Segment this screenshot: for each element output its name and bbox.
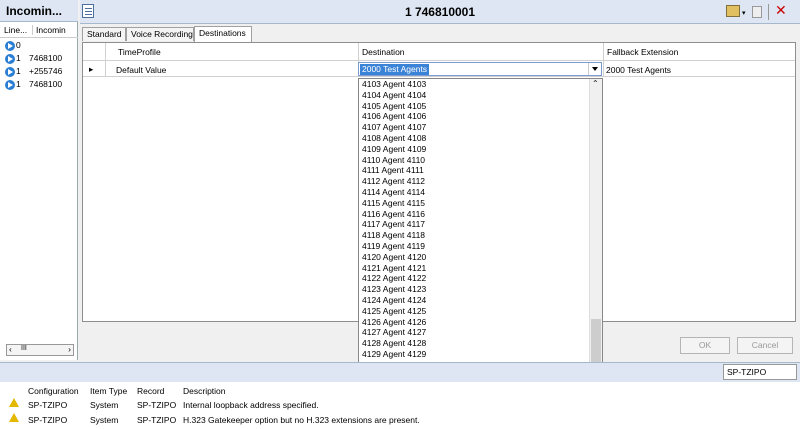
dropdown-option[interactable]: 4107 Agent 4107 xyxy=(361,122,590,133)
scroll-left-icon[interactable]: ‹ xyxy=(9,344,12,354)
record-header[interactable]: Record xyxy=(137,386,164,396)
dropdown-option[interactable]: 4117 Agent 4117 xyxy=(361,219,590,230)
main-title-bar: 1 746810001 xyxy=(80,0,800,24)
row-indicator-icon: ▸ xyxy=(89,64,94,74)
save-icon[interactable] xyxy=(752,6,762,18)
dropdown-option[interactable]: 4111 Agent 4111 xyxy=(361,165,590,176)
dropdown-option[interactable]: 4110 Agent 4110 xyxy=(361,155,590,166)
incoming-panel-title: Incomin... xyxy=(0,0,78,22)
fallback-header[interactable]: Fallback Extension xyxy=(607,47,678,57)
close-icon[interactable]: ✕ xyxy=(775,2,787,19)
timeprofile-cell[interactable]: Default Value xyxy=(116,65,166,75)
warning-icon xyxy=(9,398,19,407)
toolbar-divider xyxy=(768,4,769,20)
new-item-icon[interactable] xyxy=(726,5,740,17)
list-item[interactable]: 1 7468100 xyxy=(0,53,78,65)
list-item[interactable]: 1 7468100 xyxy=(0,79,78,91)
destination-dropdown-list[interactable]: 4103 Agent 4103 4104 Agent 4104 4105 Agent… xyxy=(358,78,603,405)
dropdown-option[interactable]: 4127 Agent 4127 xyxy=(361,327,590,338)
dropdown-option[interactable]: 4122 Agent 4122 xyxy=(361,273,590,284)
dropdown-option[interactable]: 4118 Agent 4118 xyxy=(361,230,590,241)
destination-selected-value: 2000 Test Agents xyxy=(360,64,430,75)
dropdown-option[interactable]: 4104 Agent 4104 xyxy=(361,90,590,101)
row-description[interactable]: Internal loopback address specified. xyxy=(183,400,319,410)
incoming-list: 0 1 7468100 1 +255746 1 7468100 xyxy=(0,40,78,90)
dropdown-option[interactable]: 4126 Agent 4126 xyxy=(361,317,590,328)
dropdown-option[interactable]: 4124 Agent 4124 xyxy=(361,295,590,306)
list-item[interactable]: 1 +255746 xyxy=(0,66,78,78)
col-divider xyxy=(105,43,106,77)
dropdown-option[interactable]: 4109 Agent 4109 xyxy=(361,144,590,155)
row-item-type[interactable]: System xyxy=(90,415,118,425)
error-list: Configuration Item Type Record Descripti… xyxy=(0,382,800,429)
dropdown-option[interactable]: 4105 Agent 4105 xyxy=(361,101,590,112)
scroll-right-icon[interactable]: › xyxy=(68,344,71,354)
item-type-header[interactable]: Item Type xyxy=(90,386,127,396)
scroll-thumb[interactable]: III xyxy=(21,345,27,352)
row-configuration[interactable]: SP-TZIPO xyxy=(28,415,67,425)
row-divider xyxy=(83,76,795,77)
menu-icon[interactable] xyxy=(82,4,94,18)
configuration-header[interactable]: Configuration xyxy=(28,386,79,396)
list-item[interactable]: 0 xyxy=(0,40,78,52)
dropdown-option[interactable]: 4108 Agent 4108 xyxy=(361,133,590,144)
scroll-up-icon[interactable]: ⌃ xyxy=(592,79,599,88)
timeprofile-header[interactable]: TimeProfile xyxy=(118,47,161,57)
cancel-button[interactable]: Cancel xyxy=(737,337,793,354)
dropdown-option[interactable]: 4115 Agent 4115 xyxy=(361,198,590,209)
destination-select[interactable]: 2000 Test Agents xyxy=(358,62,602,76)
header-divider xyxy=(83,60,795,61)
tab-standard[interactable]: Standard xyxy=(82,27,126,41)
horizontal-scrollbar[interactable]: ‹ III › xyxy=(6,344,74,356)
dropdown-option[interactable]: 4114 Agent 4114 xyxy=(361,187,590,198)
row-item-type[interactable]: System xyxy=(90,400,118,410)
destination-header[interactable]: Destination xyxy=(362,47,405,57)
warning-icon xyxy=(9,413,19,422)
dropdown-option[interactable]: 4129 Agent 4129 xyxy=(361,349,590,360)
dropdown-scrollbar[interactable]: ⌃ ⌄ xyxy=(589,79,602,404)
dropdown-option[interactable]: 4112 Agent 4112 xyxy=(361,176,590,187)
fallback-cell[interactable]: 2000 Test Agents xyxy=(606,65,671,75)
col-line-header[interactable]: Line... xyxy=(4,25,27,35)
row-description[interactable]: H.323 Gatekeeper option but no H.323 ext… xyxy=(183,415,420,425)
configuration-filter[interactable]: SP-TZIPO xyxy=(723,364,797,380)
dropdown-option[interactable]: 4125 Agent 4125 xyxy=(361,306,590,317)
row-configuration[interactable]: SP-TZIPO xyxy=(28,400,67,410)
row-record[interactable]: SP-TZIPO xyxy=(137,400,176,410)
route-icon xyxy=(5,67,15,77)
dropdown-arrow-icon[interactable] xyxy=(588,63,601,75)
dropdown-option[interactable]: 4121 Agent 4121 xyxy=(361,263,590,274)
dropdown-option[interactable]: 4120 Agent 4120 xyxy=(361,252,590,263)
ok-button[interactable]: OK xyxy=(680,337,730,354)
description-header[interactable]: Description xyxy=(183,386,226,396)
row-record[interactable]: SP-TZIPO xyxy=(137,415,176,425)
dropdown-option[interactable]: 4103 Agent 4103 xyxy=(361,79,590,90)
dropdown-option[interactable]: 4128 Agent 4128 xyxy=(361,338,590,349)
col-divider xyxy=(603,43,604,77)
route-icon xyxy=(5,80,15,90)
dropdown-option[interactable]: 4119 Agent 4119 xyxy=(361,241,590,252)
dropdown-option[interactable]: 4116 Agent 4116 xyxy=(361,209,590,220)
route-icon xyxy=(5,41,15,51)
error-panel-header xyxy=(0,362,800,382)
col-incoming-header[interactable]: Incomin xyxy=(32,25,66,35)
page-title: 1 746810001 xyxy=(404,5,476,19)
chevron-down-icon[interactable]: ▾ xyxy=(742,9,746,17)
dropdown-option[interactable]: 4106 Agent 4106 xyxy=(361,111,590,122)
incoming-panel-columns: Line... Incomin xyxy=(0,24,78,38)
route-icon xyxy=(5,54,15,64)
tab-voice-recording[interactable]: Voice Recording xyxy=(126,27,194,41)
dropdown-option[interactable]: 4123 Agent 4123 xyxy=(361,284,590,295)
tab-destinations[interactable]: Destinations xyxy=(194,26,252,42)
